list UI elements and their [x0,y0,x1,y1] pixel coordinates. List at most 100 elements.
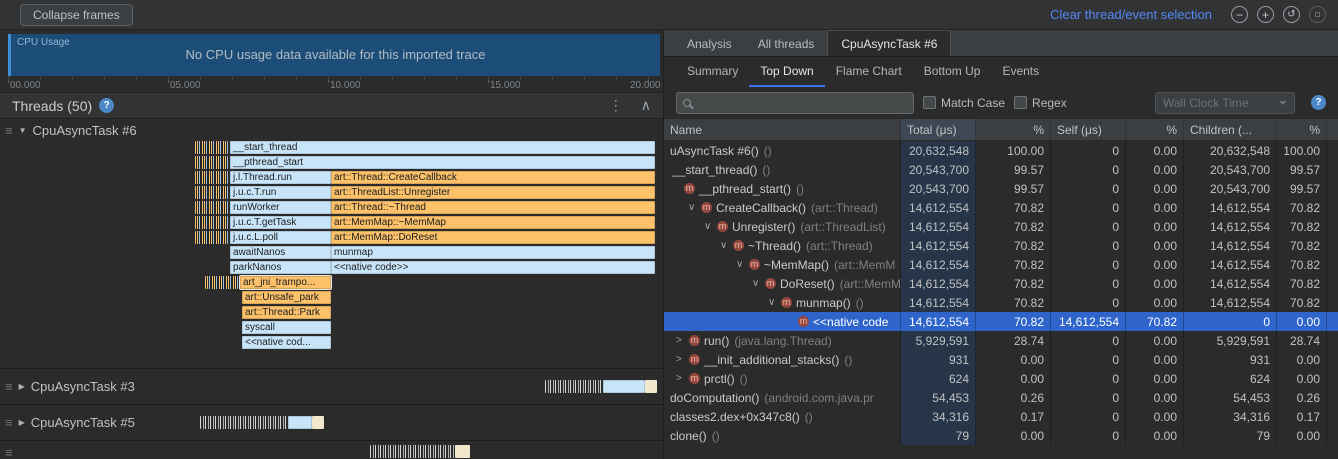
flame-bar[interactable]: syscall [242,321,331,334]
tree-expander-icon[interactable]: ∨ [768,297,781,308]
regex-checkbox[interactable] [1014,96,1027,109]
thread-activity-track[interactable] [150,405,660,440]
flame-bar[interactable] [205,276,238,289]
table-row[interactable]: >mrun()(java.lang.Thread)5,929,59128.740… [664,331,1338,350]
flame-bar[interactable] [195,171,228,184]
table-row[interactable]: __start_thread()()20,543,70099.5700.0020… [664,160,1338,179]
table-row[interactable]: classes2.dex+0x347c8()()34,3160.1700.003… [664,407,1338,426]
drag-handle-icon[interactable]: ≡ [5,445,13,459]
flame-bar[interactable] [455,445,470,458]
flame-bar[interactable]: j.u.c.L.poll [230,231,331,244]
drag-handle-icon[interactable]: ≡ [5,415,13,430]
thread-label[interactable]: ≡▼CpuAsyncTask #6 [0,119,150,141]
table-row[interactable]: ∨m~Thread()(art::Thread)14,612,55470.820… [664,236,1338,255]
column-header[interactable]: % [1126,119,1184,140]
column-header[interactable]: Children (... [1184,119,1277,140]
tab-all-threads[interactable]: All threads [745,30,828,56]
thread-label[interactable]: ≡ [0,441,150,459]
table-help-icon[interactable]: ? [1311,95,1326,110]
thread-track[interactable]: ≡ [0,441,663,459]
flame-bar[interactable]: munmap [331,246,655,259]
table-row[interactable]: ∨mDoReset()(art::MemM14,612,55470.8200.0… [664,274,1338,293]
table-row[interactable]: uAsyncTask #6()()20,632,548100.0000.0020… [664,141,1338,160]
zoom-in-icon[interactable]: + [1257,6,1274,23]
flame-bar[interactable] [195,201,228,214]
column-header[interactable]: Self (μs) [1051,119,1126,140]
collapse-frames-button[interactable]: Collapse frames [20,4,133,26]
flame-bar[interactable]: art::Thread::Park [242,306,331,319]
subtab-summary[interactable]: Summary [676,57,749,87]
table-row[interactable]: ∨m~MemMap()(art::MemM14,612,55470.8200.0… [664,255,1338,274]
drag-handle-icon[interactable]: ≡ [5,379,13,394]
table-row[interactable]: m__pthread_start()()20,543,70099.5700.00… [664,179,1338,198]
thread-activity-track[interactable]: __start_thread __pthread_start j.l.Thread.… [150,119,660,368]
thread-track[interactable]: ≡▶CpuAsyncTask #5 [0,405,663,441]
tree-expander-icon[interactable]: ∨ [688,202,701,213]
flame-bar[interactable]: art::MemMap::~MemMap [331,216,655,229]
match-case-checkbox[interactable] [923,96,936,109]
flame-bar[interactable]: runWorker [230,201,331,214]
zoom-out-icon[interactable]: − [1231,6,1248,23]
flame-bar[interactable]: art::Unsafe_park [242,291,331,304]
cpu-usage-track[interactable]: CPU Usage No CPU usage data available fo… [8,34,660,76]
subtab-bottom-up[interactable]: Bottom Up [913,57,992,87]
table-row[interactable]: ∨mmunmap()()14,612,55470.8200.0014,612,5… [664,293,1338,312]
flame-bar[interactable]: art::Thread::~Thread [331,201,655,214]
clear-selection-link[interactable]: Clear thread/event selection [1050,7,1212,22]
subtab-top-down[interactable]: Top Down [749,57,824,87]
thread-track[interactable]: ≡▼CpuAsyncTask #6__start_thread__pthread… [0,119,663,369]
tree-expander-icon[interactable]: > [676,335,689,346]
flame-bar[interactable] [195,156,228,169]
flame-bar[interactable]: art::MemMap::DoReset [331,231,655,244]
reset-zoom-icon[interactable]: ↺ [1283,6,1300,23]
flame-bar[interactable] [645,380,657,393]
tree-expander-icon[interactable]: ∨ [736,259,749,270]
flame-bar[interactable]: art_jni_trampo... [240,276,331,289]
table-row[interactable]: >m__init_additional_stacks()()9310.0000.… [664,350,1338,369]
expand-thread-icon[interactable]: ▶ [19,418,25,427]
tree-expander-icon[interactable]: > [676,354,689,365]
tree-expander-icon[interactable]: > [676,373,689,384]
thread-activity-track[interactable] [150,369,660,404]
column-header[interactable]: % [1277,119,1327,140]
column-header[interactable]: Total (μs) [901,119,976,140]
table-row[interactable]: ∨mCreateCallback()(art::Thread)14,612,55… [664,198,1338,217]
flame-bar[interactable]: j.u.c.T.run [230,186,331,199]
flame-bar[interactable] [195,216,228,229]
time-axis[interactable]: 00.00005.00010.00015.00020.000 [8,76,660,92]
table-row[interactable]: m<<native code14,612,55470.8214,612,5547… [664,312,1338,331]
flame-bar[interactable] [195,141,228,154]
table-row[interactable]: clone()()790.0000.00790.00 [664,426,1338,445]
column-header[interactable]: Name [664,119,901,140]
collapse-thread-icon[interactable]: ▼ [19,126,27,135]
tree-expander-icon[interactable]: ∨ [752,278,765,289]
flame-bar[interactable]: __start_thread [230,141,655,154]
expand-thread-icon[interactable]: ▶ [19,382,25,391]
collapse-panel-icon[interactable]: ∧ [641,97,651,114]
tab-analysis[interactable]: Analysis [674,30,745,56]
flame-bar[interactable] [195,231,228,244]
column-header[interactable]: % [976,119,1051,140]
kebab-menu-icon[interactable]: ⋮ [609,97,623,114]
search-field[interactable] [676,92,914,114]
flame-bar[interactable] [312,416,324,429]
tree-expander-icon[interactable]: ∨ [720,240,733,251]
thread-label[interactable]: ≡▶CpuAsyncTask #3 [0,369,150,404]
flame-bar[interactable] [603,380,645,393]
flame-bar[interactable] [288,416,312,429]
flame-bar[interactable]: j.l.Thread.run [230,171,331,184]
threads-help-icon[interactable]: ? [99,98,114,113]
flame-bar[interactable]: j.u.c.T.getTask [230,216,331,229]
subtab-flame-chart[interactable]: Flame Chart [825,57,913,87]
flame-bar[interactable] [195,186,228,199]
drag-handle-icon[interactable]: ≡ [5,123,13,138]
subtab-events[interactable]: Events [991,57,1050,87]
thread-activity-track[interactable] [150,441,660,459]
flame-bar[interactable] [370,445,455,458]
tree-expander-icon[interactable]: ∨ [704,221,717,232]
flame-bar[interactable]: <<native cod... [242,336,331,349]
flame-bar[interactable] [545,380,603,393]
flame-bar[interactable]: __pthread_start [230,156,655,169]
table-row[interactable]: doComputation()(android.com.java.pr54,45… [664,388,1338,407]
flame-bar[interactable] [200,416,288,429]
